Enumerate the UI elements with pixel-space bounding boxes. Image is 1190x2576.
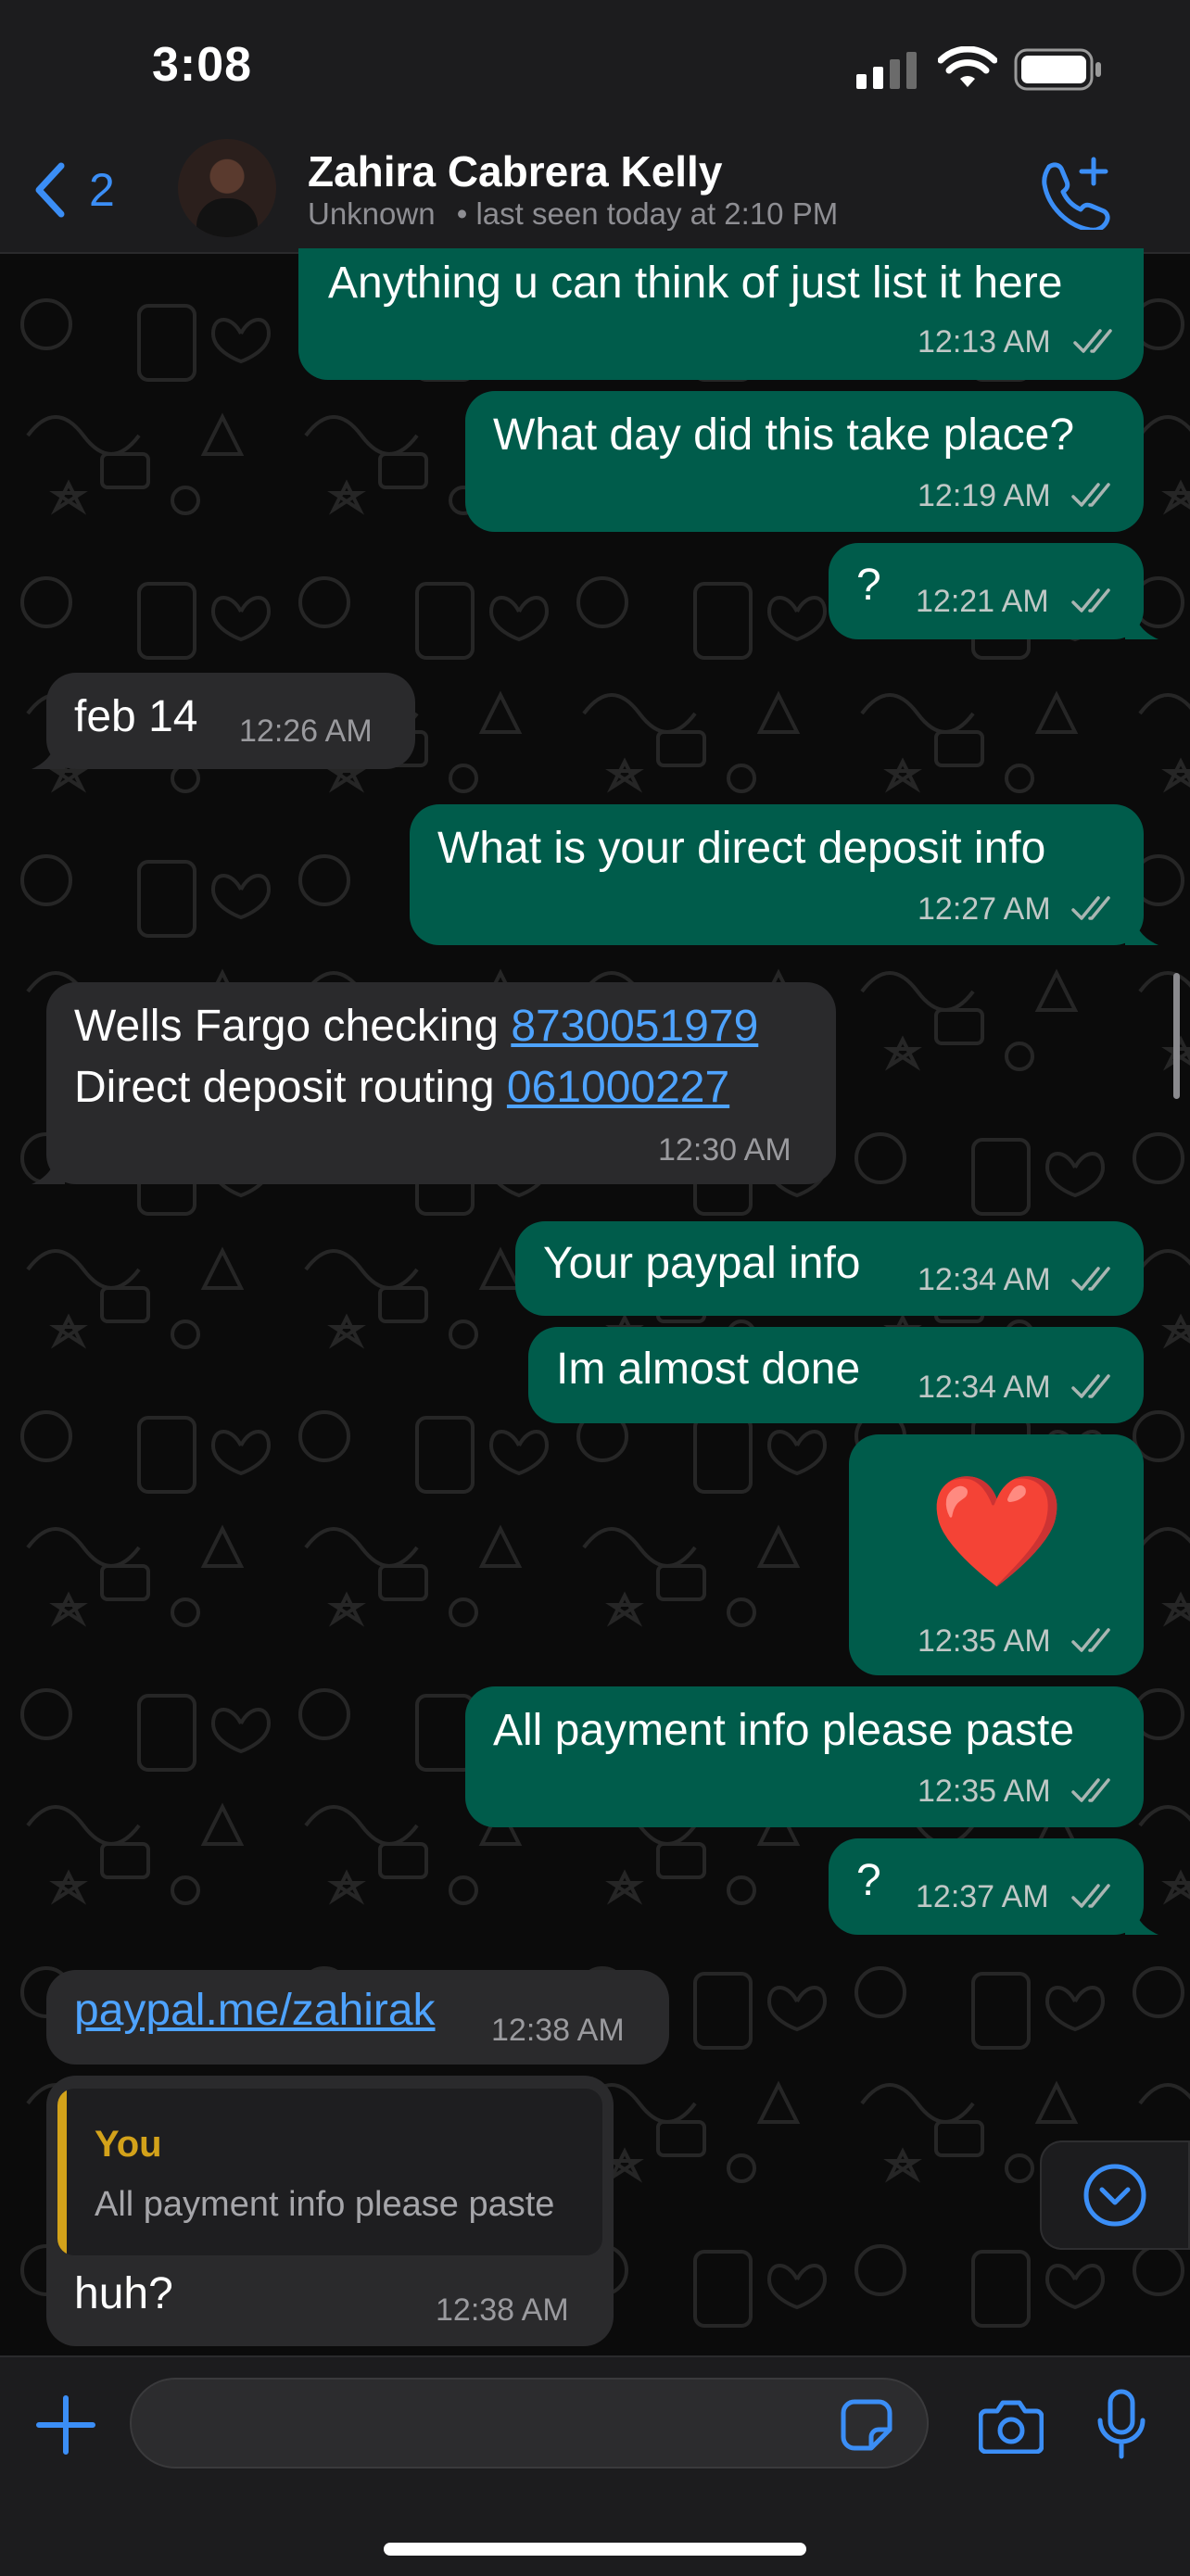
message-bubble[interactable]: Your paypal info 12:34 AM [515, 1221, 1144, 1316]
double-check-icon [1071, 588, 1110, 612]
message-time: 12:19 AM [918, 478, 1051, 513]
message-bubble[interactable]: What is your direct deposit info 12:27 A… [410, 804, 1144, 945]
message-text: Wells Fargo checking [74, 1002, 512, 1051]
sticker-icon[interactable] [840, 2398, 893, 2452]
heart-emoji: ❤️ [929, 1467, 1065, 1595]
message-time: 12:35 AM [918, 1623, 1051, 1659]
message-text: ? [856, 561, 881, 610]
message-text: huh? [74, 2269, 173, 2318]
message-text: feb 14 [74, 692, 198, 741]
chevron-down-circle-icon [1083, 2164, 1146, 2227]
battery-icon [1014, 48, 1101, 91]
message-line: Wells Fargo checking 8730051979 [74, 1001, 758, 1052]
message-time: 12:26 AM [239, 713, 373, 749]
message-time: 12:34 AM [918, 1262, 1051, 1297]
cellular-signal-icon [856, 52, 917, 89]
double-check-icon [1071, 483, 1110, 507]
contact-label: Unknown [308, 196, 436, 231]
bubble-tail [1125, 604, 1158, 639]
message-time: 12:21 AM [916, 584, 1049, 619]
message-time: 12:38 AM [436, 2292, 569, 2328]
quote-text: All payment info please paste [95, 2185, 555, 2224]
message-input[interactable] [130, 2378, 929, 2469]
chevron-left-icon [35, 162, 65, 218]
message-text: Direct deposit routing [74, 1063, 507, 1112]
microphone-icon[interactable] [1095, 2389, 1147, 2459]
message-bubble[interactable]: ? 12:21 AM [829, 543, 1144, 639]
account-number-link[interactable]: 8730051979 [511, 1002, 758, 1051]
double-check-icon [1071, 1778, 1110, 1802]
message-bubble[interactable]: All payment info please paste 12:35 AM [465, 1686, 1144, 1827]
bubble-tail [32, 734, 65, 769]
double-check-icon [1071, 1267, 1110, 1291]
message-bubble[interactable]: ❤️ 12:35 AM [849, 1434, 1144, 1675]
chat-header: 3:08 2 Zahira Cabrera Kelly Unknown • la… [0, 0, 1190, 254]
message-text: Im almost done [556, 1345, 861, 1394]
message-time: 12:34 AM [918, 1370, 1051, 1405]
double-check-icon [1071, 1628, 1110, 1652]
message-time: 12:38 AM [491, 2013, 625, 2048]
message-text: Your paypal info [543, 1239, 861, 1288]
message-text: Anything u can think of just list it her… [328, 259, 1063, 308]
scroll-to-bottom-button[interactable] [1040, 2140, 1190, 2250]
contact-avatar[interactable] [178, 139, 276, 237]
bubble-tail [1125, 910, 1158, 945]
add-call-icon[interactable] [1036, 156, 1110, 230]
contact-name[interactable]: Zahira Cabrera Kelly [308, 146, 722, 196]
quote-accent-bar [57, 2089, 67, 2255]
contact-status: Unknown • last seen today at 2:10 PM [308, 196, 838, 232]
wifi-icon [938, 46, 997, 87]
double-check-icon [1073, 329, 1112, 353]
message-time: 12:37 AM [916, 1879, 1049, 1914]
message-bubble[interactable]: You All payment info please paste huh? 1… [46, 2076, 614, 2346]
message-bubble[interactable]: ? 12:37 AM [829, 1838, 1144, 1935]
unread-count: 2 [89, 164, 115, 216]
back-button[interactable]: 2 [33, 158, 135, 222]
camera-icon[interactable] [979, 2398, 1044, 2454]
bubble-tail [1125, 1900, 1158, 1935]
message-bubble[interactable]: feb 14 12:26 AM [46, 673, 415, 769]
quote-author: You [95, 2124, 162, 2165]
message-text: What is your direct deposit info [437, 824, 1046, 873]
message-time: 12:30 AM [658, 1132, 791, 1168]
bubble-tail [32, 1149, 65, 1184]
plus-icon[interactable] [35, 2394, 96, 2456]
message-bubble[interactable]: Anything u can think of just list it her… [298, 248, 1144, 380]
message-text: ? [856, 1856, 881, 1905]
message-text: All payment info please paste [493, 1706, 1075, 1755]
status-time: 3:08 [152, 38, 253, 92]
message-time: 12:13 AM [918, 324, 1051, 360]
message-bubble[interactable]: Wells Fargo checking 8730051979 Direct d… [46, 982, 836, 1184]
message-text: What day did this take place? [493, 410, 1075, 460]
routing-number-link[interactable]: 061000227 [507, 1063, 729, 1112]
message-line: Direct deposit routing 061000227 [74, 1062, 729, 1113]
home-indicator [384, 2543, 806, 2556]
double-check-icon [1071, 1374, 1110, 1398]
message-bubble[interactable]: What day did this take place? 12:19 AM [465, 391, 1144, 532]
message-bubble[interactable]: paypal.me/zahirak 12:38 AM [46, 1970, 669, 2065]
scroll-indicator [1173, 973, 1180, 1099]
last-seen: • last seen today at 2:10 PM [456, 196, 839, 231]
message-time: 12:27 AM [918, 891, 1051, 927]
message-composer [0, 2355, 1190, 2576]
double-check-icon [1071, 1884, 1110, 1908]
quoted-message[interactable]: You All payment info please paste [57, 2089, 602, 2255]
double-check-icon [1071, 896, 1110, 920]
message-time: 12:35 AM [918, 1774, 1051, 1809]
paypal-link[interactable]: paypal.me/zahirak [74, 1985, 436, 2036]
message-bubble[interactable]: Im almost done 12:34 AM [528, 1327, 1144, 1423]
